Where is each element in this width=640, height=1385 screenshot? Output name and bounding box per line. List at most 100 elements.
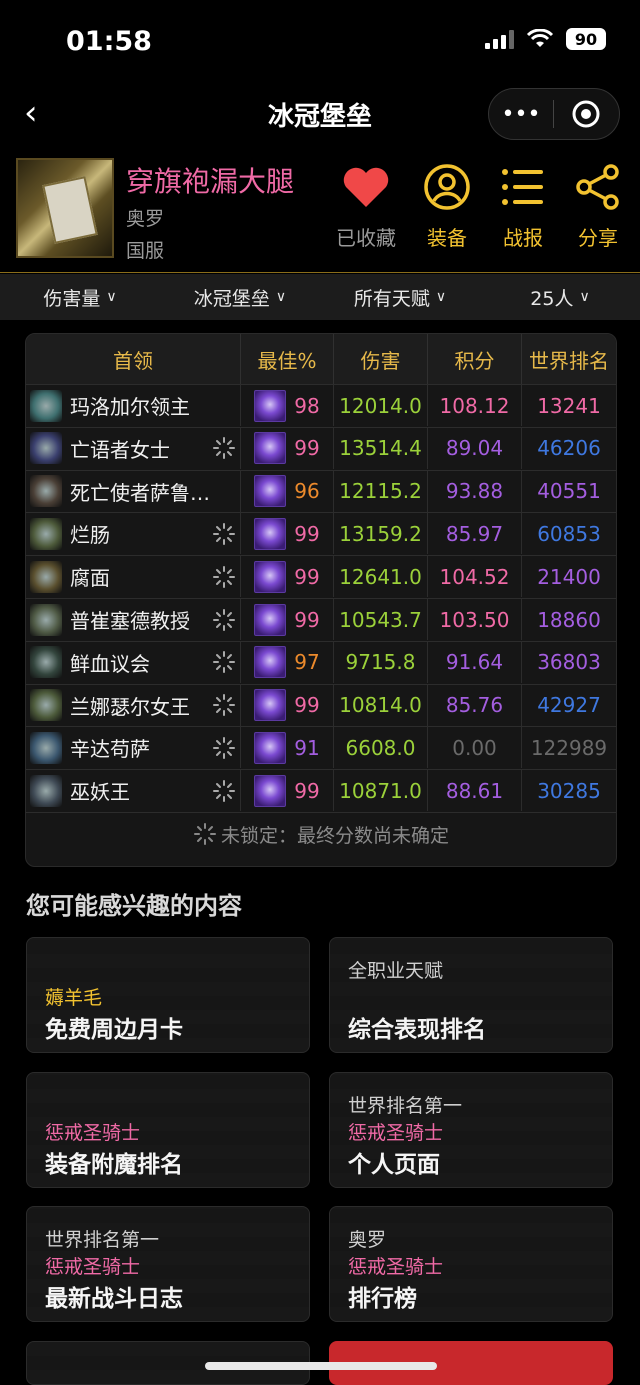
damage-cell: 10543.7 [334,599,428,640]
spinner-icon [193,823,216,845]
card-title: 装备附魔排名 [45,1152,183,1178]
table-row[interactable]: 辛达苟萨 91 6608.0 0.00 122989 [26,726,616,769]
boss-icon [30,560,62,593]
best-cell: 99 [241,556,334,598]
boss-cell: 鲜血议会 [26,641,241,683]
score-cell: 104.52 [428,556,522,598]
character-realm: 奥罗 [126,208,165,230]
score-cell: 93.88 [428,470,522,512]
heart-icon [343,167,389,207]
best-percent: 99 [294,436,320,461]
spec-icon [254,731,287,764]
boss-cell: 死亡使者萨鲁… [26,470,241,512]
equipment-button[interactable]: 装备 [407,162,487,251]
spec-icon [254,517,287,550]
filter-bar: 伤害量 ∨ 冰冠堡垒 ∨ 所有天赋 ∨ 25人 ∨ [0,274,640,320]
boss-cell: 亡语者女士 [26,427,241,469]
best-percent: 99 [294,607,320,632]
best-percent: 99 [294,521,320,546]
report-button[interactable]: 战报 [483,162,563,251]
favorite-button[interactable]: 已收藏 [326,162,406,251]
world-rank-cell: 46206 [537,436,601,461]
header-damage: 伤害 [334,334,428,384]
boss-icon [30,689,62,722]
battery-icon: 90 [566,28,606,50]
chevron-down-icon: ∨ [275,289,287,305]
interest-card[interactable]: 世界排名第一 惩戒圣骑士 最新战斗日志 [26,1206,310,1322]
world-rank-cell: 60853 [537,521,601,546]
share-button[interactable]: 分享 [558,162,638,251]
filter-spec[interactable]: 所有天赋 ∨ [320,274,480,320]
table-row[interactable]: 普崔塞德教授 99 10543.7 103.50 18860 [26,598,616,640]
more-icon[interactable]: ••• [489,89,553,139]
header-best: 最佳% [241,334,334,384]
spinner-icon [212,779,236,803]
filter-size[interactable]: 25人 ∨ [480,274,640,320]
best-cell: 99 [241,770,334,812]
card-tag: 惩戒圣骑士 [45,1256,141,1278]
status-icons: 90 [485,28,606,50]
boss-name: 鲜血议会 [70,651,150,676]
best-cell: 99 [241,684,334,726]
header-boss: 首领 [26,334,241,384]
boss-icon [30,646,62,679]
boss-icon [30,432,62,465]
best-cell: 98 [241,385,334,426]
boss-name: 腐面 [70,566,110,591]
close-target-icon[interactable] [554,89,618,139]
best-cell: 99 [241,599,334,640]
boss-icon [30,774,62,807]
damage-cell: 10814.0 [334,684,428,726]
best-cell: 97 [241,641,334,683]
damage-cell: 6608.0 [334,727,428,769]
card-title: 个人页面 [348,1152,440,1178]
table-row[interactable]: 死亡使者萨鲁… 96 12115.2 93.88 40551 [26,469,616,512]
card-subtitle: 世界排名第一 [45,1229,160,1251]
table-row[interactable]: 腐面 99 12641.0 104.52 21400 [26,555,616,598]
table-row[interactable]: 玛洛加尔领主 98 12014.0 108.12 13241 [26,384,616,426]
interest-card[interactable]: 薅羊毛 免费周边月卡 [26,937,310,1053]
mini-program-capsule: ••• [488,88,620,140]
score-cell: 108.12 [428,385,522,426]
interest-card[interactable]: 惩戒圣骑士 装备附魔排名 [26,1072,310,1188]
boss-name: 巫妖王 [70,780,130,805]
damage-cell: 10871.0 [334,770,428,812]
score-cell: 0.00 [428,727,522,769]
spinner-icon [212,736,236,760]
boss-cell: 辛达苟萨 [26,727,241,769]
interest-card[interactable]: 全职业天赋 综合表现排名 [329,937,613,1053]
character-avatar [16,158,114,258]
boss-cell: 玛洛加尔领主 [26,385,241,426]
chevron-down-icon: ∨ [106,289,117,305]
card-title: 综合表现排名 [348,1017,486,1043]
filter-raid[interactable]: 冰冠堡垒 ∨ [160,274,320,320]
table-row[interactable]: 烂肠 99 13159.2 85.97 60853 [26,512,616,555]
spec-icon [254,432,287,465]
table-row[interactable]: 亡语者女士 99 13514.4 89.04 46206 [26,426,616,469]
damage-cell: 12115.2 [334,470,428,512]
table-header: 首领 最佳% 伤害 积分 世界排名 [26,334,616,384]
boss-cell: 巫妖王 [26,770,241,812]
score-cell: 103.50 [428,599,522,640]
boss-cell: 普崔塞德教授 [26,599,241,640]
boss-name: 玛洛加尔领主 [70,395,190,419]
interest-card[interactable]: 奥罗 惩戒圣骑士 排行榜 [329,1206,613,1322]
spinner-icon [212,436,236,460]
table-row[interactable]: 兰娜瑟尔女王 99 10814.0 85.76 42927 [26,683,616,726]
table-row[interactable]: 鲜血议会 97 9715.8 91.64 36803 [26,640,616,683]
home-indicator [205,1362,437,1370]
card-title: 排行榜 [348,1286,417,1312]
share-label: 分享 [578,226,618,250]
card-tag: 惩戒圣骑士 [348,1256,444,1278]
interest-card[interactable]: 世界排名第一 惩戒圣骑士 个人页面 [329,1072,613,1188]
world-rank-cell: 30285 [537,778,601,803]
spinner-icon [212,565,236,589]
boss-icon [30,389,62,422]
spec-icon [254,389,287,422]
world-rank-cell: 40551 [537,479,601,504]
boss-cell: 腐面 [26,556,241,598]
spec-icon [254,560,287,593]
boss-cell: 烂肠 [26,513,241,555]
table-row[interactable]: 巫妖王 99 10871.0 88.61 30285 [26,769,616,812]
filter-metric[interactable]: 伤害量 ∨ [0,274,160,320]
